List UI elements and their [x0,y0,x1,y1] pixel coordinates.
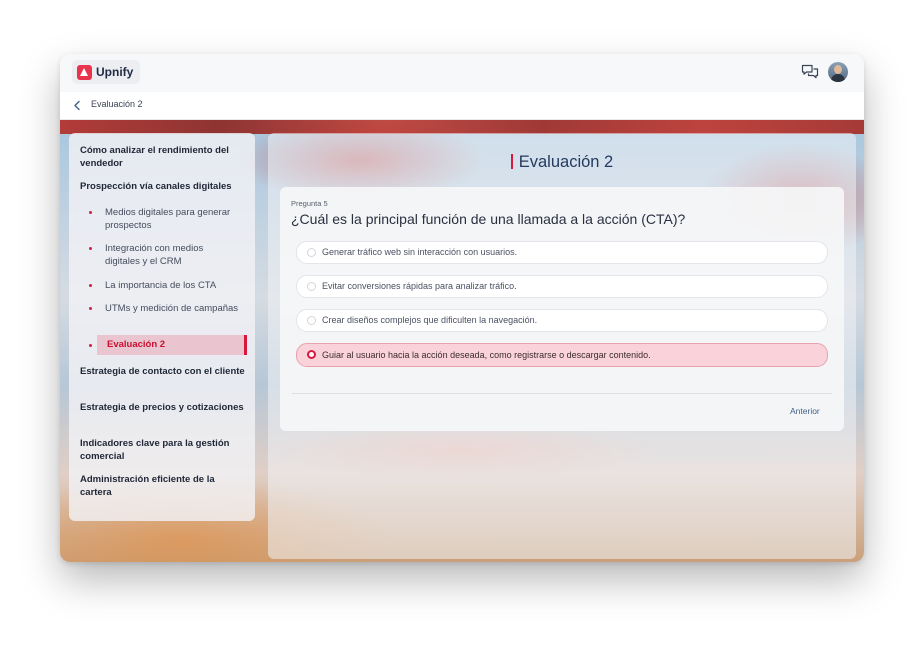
radio-icon[interactable] [307,248,316,257]
course-sidebar: Cómo analizar el rendimiento del vendedo… [69,133,255,521]
bullet-icon [89,247,92,250]
answer-label: Guiar al usuario hacia la acción deseada… [322,350,651,360]
question-card: Pregunta 5 ¿Cuál es la principal función… [280,187,844,431]
answer-label: Evitar conversiones rápidas para analiza… [322,281,517,291]
sidebar-section-indicadores[interactable]: Indicadores clave para la gestión comerc… [80,437,245,463]
sidebar-item-label: Evaluación 2 [107,339,166,350]
breadcrumb: Evaluación 2 [60,92,864,120]
divider [292,393,832,394]
sidebar-item-medios-digitales[interactable]: Medios digitales para generar prospectos [105,206,240,232]
back-arrow-icon[interactable] [72,100,82,111]
sidebar-item-importancia-cta[interactable]: La importancia de los CTA [105,279,240,292]
sidebar-item-utms[interactable]: UTMs y medición de campañas [105,302,240,315]
bullet-icon [89,344,92,347]
radio-icon[interactable] [307,316,316,325]
bullet-icon [89,307,92,310]
answer-label: Crear diseños complejos que dificulten l… [322,315,538,325]
radio-selected-icon[interactable] [307,350,316,359]
upnify-logo[interactable]: Upnify [72,60,141,84]
bullet-icon [89,211,92,214]
main-panel: Evaluación 2 Pregunta 5 ¿Cuál es la prin… [268,133,856,559]
answer-label: Generar tráfico web sin interacción con … [322,247,518,257]
app-window: Upnify Evaluación 2 Cómo analizar el ren… [60,54,864,562]
answer-option-3[interactable]: Crear diseños complejos que dificulten l… [296,309,828,332]
sidebar-section-cartera[interactable]: Administración eficiente de la cartera [80,473,245,499]
radio-icon[interactable] [307,282,316,291]
question-number: Pregunta 5 [291,199,328,208]
user-avatar[interactable] [828,62,848,82]
page-title: Evaluación 2 [268,153,856,172]
previous-button[interactable]: Anterior [790,406,820,416]
sidebar-section-prospeccion[interactable]: Prospección vía canales digitales [80,180,245,193]
sidebar-item-evaluacion-2[interactable]: Evaluación 2 [97,335,247,355]
breadcrumb-title: Evaluación 2 [91,99,143,109]
logo-text: Upnify [96,65,134,79]
bullet-icon [89,284,92,287]
top-bar: Upnify [60,54,864,93]
upnify-logo-icon [77,64,92,80]
title-accent-bar [510,154,513,169]
page-title-text: Evaluación 2 [518,153,614,171]
chat-bubbles-icon[interactable] [801,64,819,80]
answer-option-2[interactable]: Evitar conversiones rápidas para analiza… [296,275,828,298]
answer-option-4[interactable]: Guiar al usuario hacia la acción deseada… [296,343,828,367]
sidebar-section-contacto[interactable]: Estrategia de contacto con el cliente [80,365,245,378]
background-foliage [60,120,864,134]
question-text: ¿Cuál es la principal función de una lla… [291,211,686,227]
answer-option-1[interactable]: Generar tráfico web sin interacción con … [296,241,828,264]
sidebar-section-rendimiento[interactable]: Cómo analizar el rendimiento del vendedo… [80,144,245,170]
sidebar-section-precios[interactable]: Estrategia de precios y cotizaciones [80,401,245,414]
sidebar-item-integracion-crm[interactable]: Integración con medios digitales y el CR… [105,242,240,268]
